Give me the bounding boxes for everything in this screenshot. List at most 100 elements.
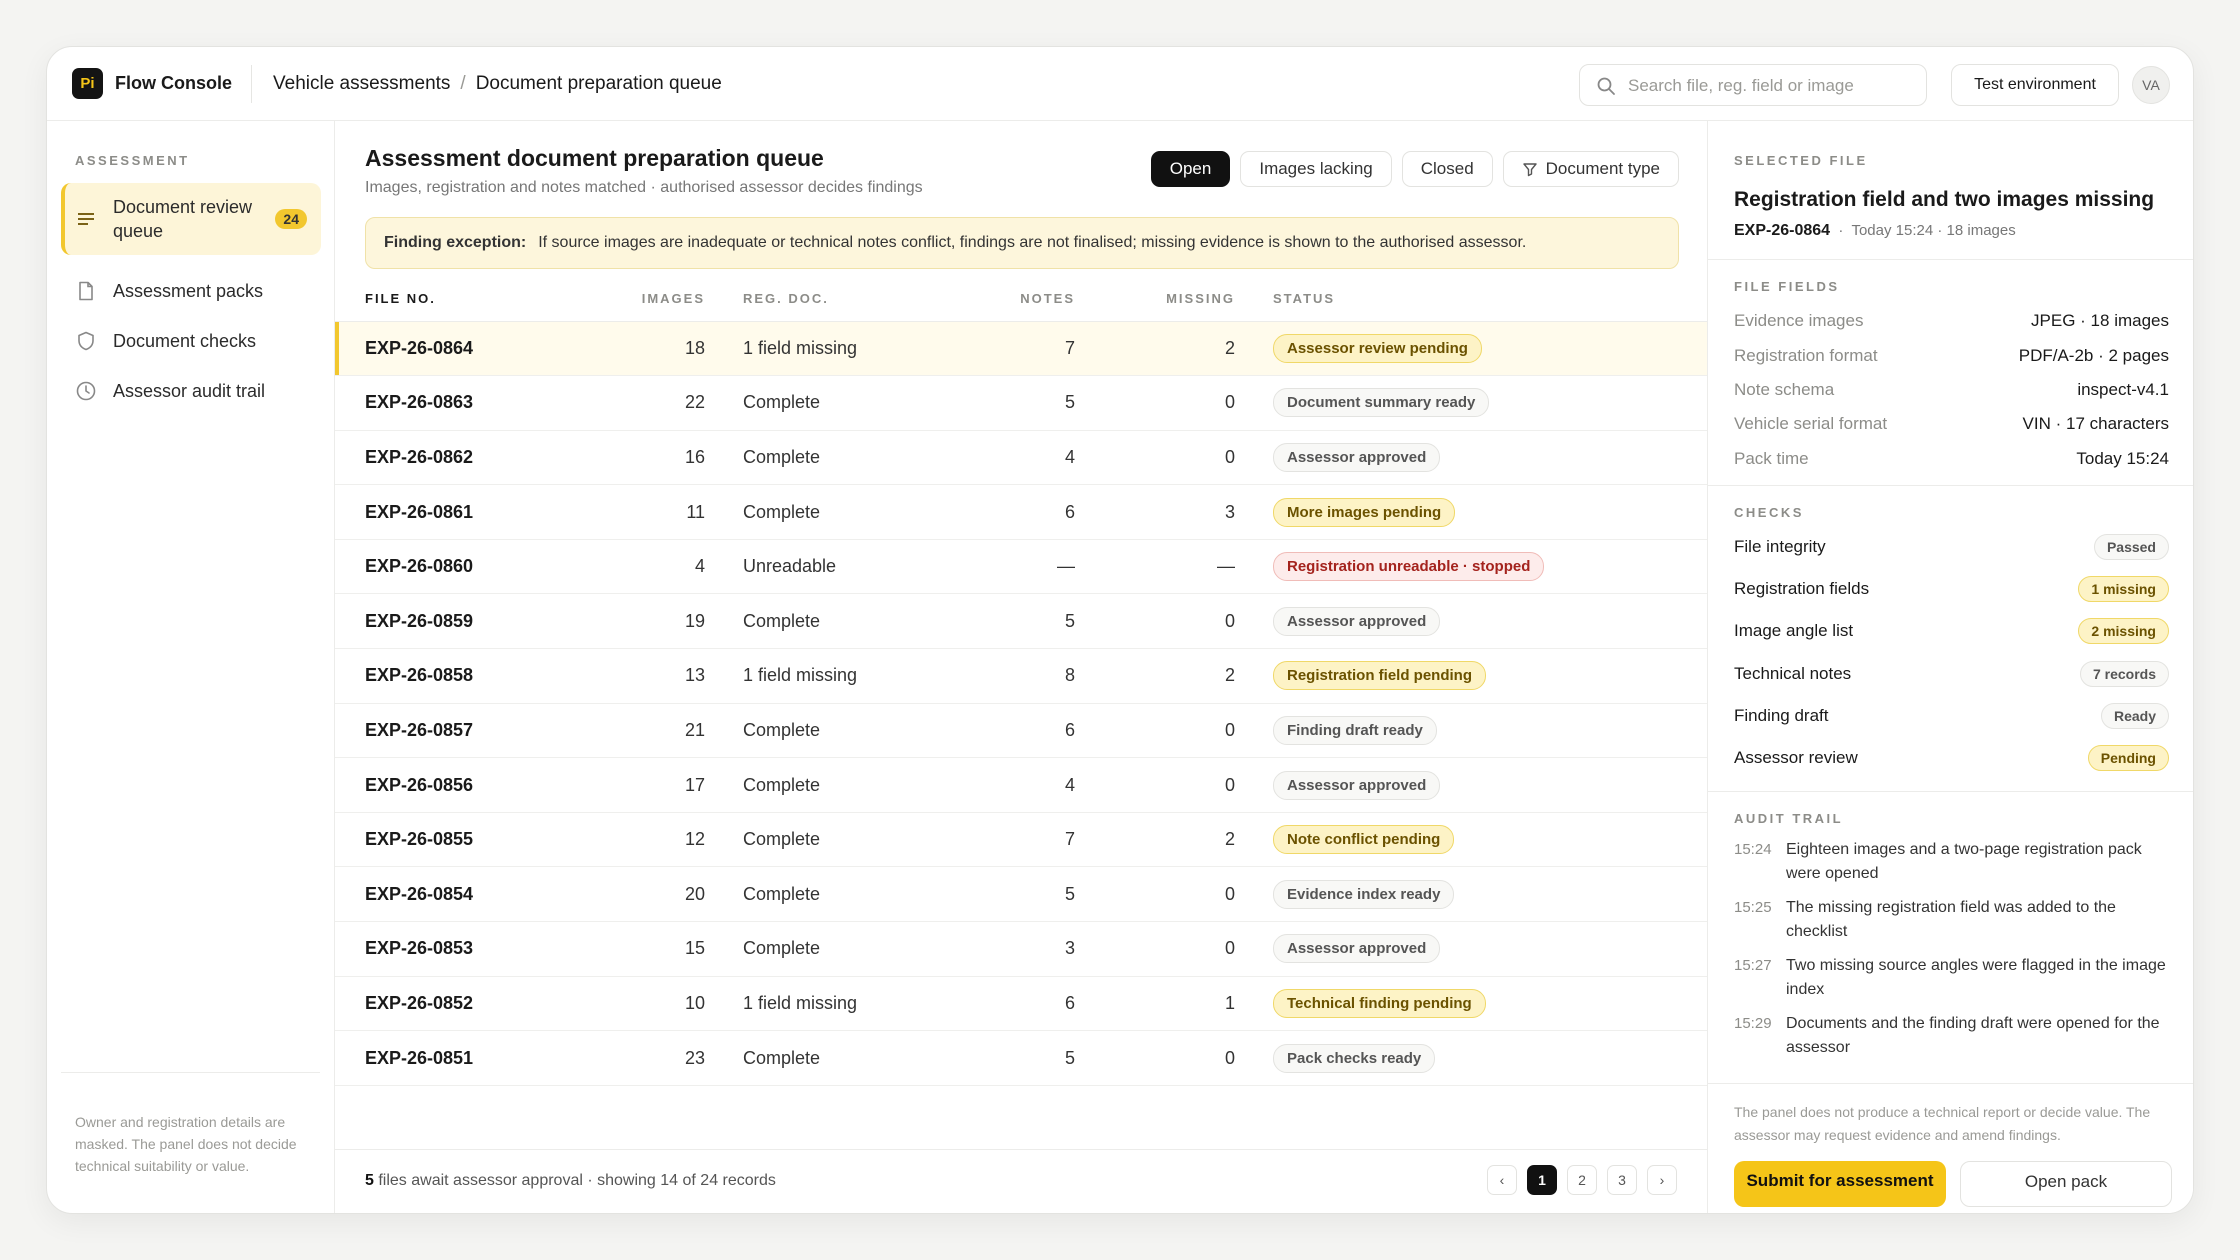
file-number-cell[interactable]: EXP-26-0863 [335,375,595,431]
registration-cell: Unreadable [705,539,975,595]
search-box[interactable] [1579,64,1927,106]
app-logo: Pi [72,68,103,99]
column-header[interactable]: REG. DOC. [705,277,975,322]
sidebar-item-assessor-audit-trail[interactable]: Assessor audit trail [61,371,321,411]
notes-cell: 5 [975,593,1075,650]
table-row[interactable]: EXP-26-0864 18 1 field missing 7 2 Assessor r… [335,321,1707,377]
table-row[interactable]: EXP-26-0852 10 1 field missing 6 1 Technical … [335,976,1707,1032]
section-heading: FILE FIELDS [1734,279,1840,294]
checks-section: CHECKS File integrity Passed Registration … [1708,505,2193,779]
table-row[interactable]: EXP-26-0851 23 Complete 5 0 Pack checks ready [335,1030,1707,1086]
open-pack-button[interactable]: Open pack [1960,1161,2172,1207]
table-row[interactable]: EXP-26-0861 11 Complete 6 3 More images pendi… [335,484,1707,540]
file-number-cell[interactable]: EXP-26-0857 [335,703,595,759]
registration-cell: Complete [705,921,975,977]
file-number-cell[interactable]: EXP-26-0858 [335,648,595,704]
column-header[interactable]: NOTES [975,277,1075,322]
column-header[interactable]: STATUS [1235,277,1707,322]
table-row[interactable]: EXP-26-0857 21 Complete 6 0 Finding draft rea… [335,703,1707,759]
divider [1708,259,2193,260]
footer-text: files await assessor approval · showing … [373,1172,776,1189]
panel-note-section: The panel does not produce a technical r… [1708,1101,2193,1147]
table-row[interactable]: EXP-26-0863 22 Complete 5 0 Document summary … [335,375,1707,431]
file-number-cell[interactable]: EXP-26-0859 [335,593,595,650]
file-number-cell[interactable]: EXP-26-0860 [335,539,595,595]
status-cell: Pack checks ready [1235,1030,1707,1086]
app-window: Pi Flow Console Vehicle assessments / Do… [46,46,2194,1214]
breadcrumb-separator: / [460,73,466,94]
missing-cell: 3 [1075,484,1235,540]
table-row[interactable]: EXP-26-0856 17 Complete 4 0 Assessor approved [335,757,1707,813]
sidebar-item-assessment-packs[interactable]: Assessment packs [61,271,321,311]
missing-cell: 0 [1075,757,1235,813]
status-badge: Technical finding pending [1273,988,1486,1018]
clock-icon [76,381,96,401]
prev-page-button[interactable]: ‹ [1487,1165,1517,1195]
file-number-cell[interactable]: EXP-26-0856 [335,757,595,813]
selected-file-number: EXP-26-0864 [1734,222,1831,239]
table-row[interactable]: EXP-26-0854 20 Complete 5 0 Evidence index re… [335,866,1707,923]
table-row[interactable]: EXP-26-0862 16 Complete 4 0 Assessor approved [335,430,1707,486]
count-badge: 24 [275,209,307,229]
sidebar-item-label: Document checks [113,330,257,351]
sidebar-item-label: Document review queue [113,197,253,241]
sidebar-item-document-checks[interactable]: Document checks [61,321,321,361]
top-bar: Pi Flow Console Vehicle assessments / Do… [47,47,2193,121]
table-row[interactable]: EXP-26-0855 12 Complete 7 2 Note conflict pen… [335,812,1707,868]
page-button[interactable]: 1 [1527,1165,1557,1195]
search-input[interactable] [1628,74,1918,98]
registration-cell: 1 field missing [705,321,975,377]
sidebar-item-document-review-queue[interactable]: Document review queue 24 [61,183,321,255]
registration-cell: Complete [705,703,975,759]
section-heading: AUDIT TRAIL [1734,811,1844,826]
table-row[interactable]: EXP-26-0853 15 Complete 3 0 Assessor approved [335,921,1707,977]
registration-cell: Complete [705,866,975,923]
status-badge: More images pending [1273,497,1456,527]
file-number-cell[interactable]: EXP-26-0862 [335,430,595,486]
column-header[interactable]: IMAGES [595,277,705,322]
file-number-cell[interactable]: EXP-26-0853 [335,921,595,977]
column-header[interactable]: MISSING [1075,277,1235,322]
registration-cell: Complete [705,430,975,486]
avatar[interactable]: VA [2132,66,2170,104]
exception-label: Finding exception: [384,234,527,251]
table-row[interactable]: EXP-26-0860 4 Unreadable — — Registration unr… [335,539,1707,595]
table-header: FILE NO. IMAGES REG. DOC. NOTES MISSING … [335,277,1707,322]
status-badge: Assessor approved [1273,934,1441,964]
page-button[interactable]: 2 [1567,1165,1597,1195]
file-number-cell[interactable]: EXP-26-0864 [335,321,595,377]
file-field-row: Registration format PDF/A-2b · 2 pages [1734,338,2169,372]
status-badge: Assessor approved [1273,606,1441,636]
missing-cell: 0 [1075,375,1235,431]
file-number-cell[interactable]: EXP-26-0851 [335,1030,595,1086]
check-row: Assessor review Pending [1734,737,2169,779]
page-subtitle: Images, registration and notes matched ·… [365,179,923,196]
column-header[interactable]: FILE NO. [335,277,595,322]
check-row: Technical notes 7 records [1734,653,2169,695]
table-row[interactable]: EXP-26-0859 19 Complete 5 0 Assessor approved [335,593,1707,650]
file-number-cell[interactable]: EXP-26-0855 [335,812,595,868]
next-page-button[interactable]: › [1647,1165,1677,1195]
file-number-cell[interactable]: EXP-26-0852 [335,976,595,1032]
registration-cell: Complete [705,593,975,650]
breadcrumb-item[interactable]: Vehicle assessments [273,73,450,95]
table-row[interactable]: EXP-26-0858 13 1 field missing 8 2 Registrati… [335,648,1707,704]
status-cell: More images pending [1235,484,1707,540]
file-number-cell[interactable]: EXP-26-0854 [335,866,595,923]
selected-file-time: Today 15:24 · 18 images [1851,222,2016,239]
file-number-cell[interactable]: EXP-26-0861 [335,484,595,540]
notes-cell: 5 [975,375,1075,431]
field-value: inspect-v4.1 [2077,379,2169,399]
submit-for-assessment-button[interactable]: Submit for assessment [1734,1161,1946,1207]
check-status-badge: 1 missing [2078,576,2169,603]
check-label: File integrity [1734,537,1826,557]
page-button[interactable]: 3 [1607,1165,1637,1195]
filter-images-lacking[interactable]: Images lacking [1240,151,1392,187]
filter-document-type[interactable]: Document type [1502,151,1679,187]
filter-closed[interactable]: Closed [1401,151,1493,187]
environment-button[interactable]: Test environment [1951,64,2119,106]
status-badge: Assessor approved [1273,442,1441,472]
registration-cell: 1 field missing [705,976,975,1032]
app-brand[interactable]: Flow Console [115,73,232,94]
filter-open[interactable]: Open [1150,151,1231,187]
